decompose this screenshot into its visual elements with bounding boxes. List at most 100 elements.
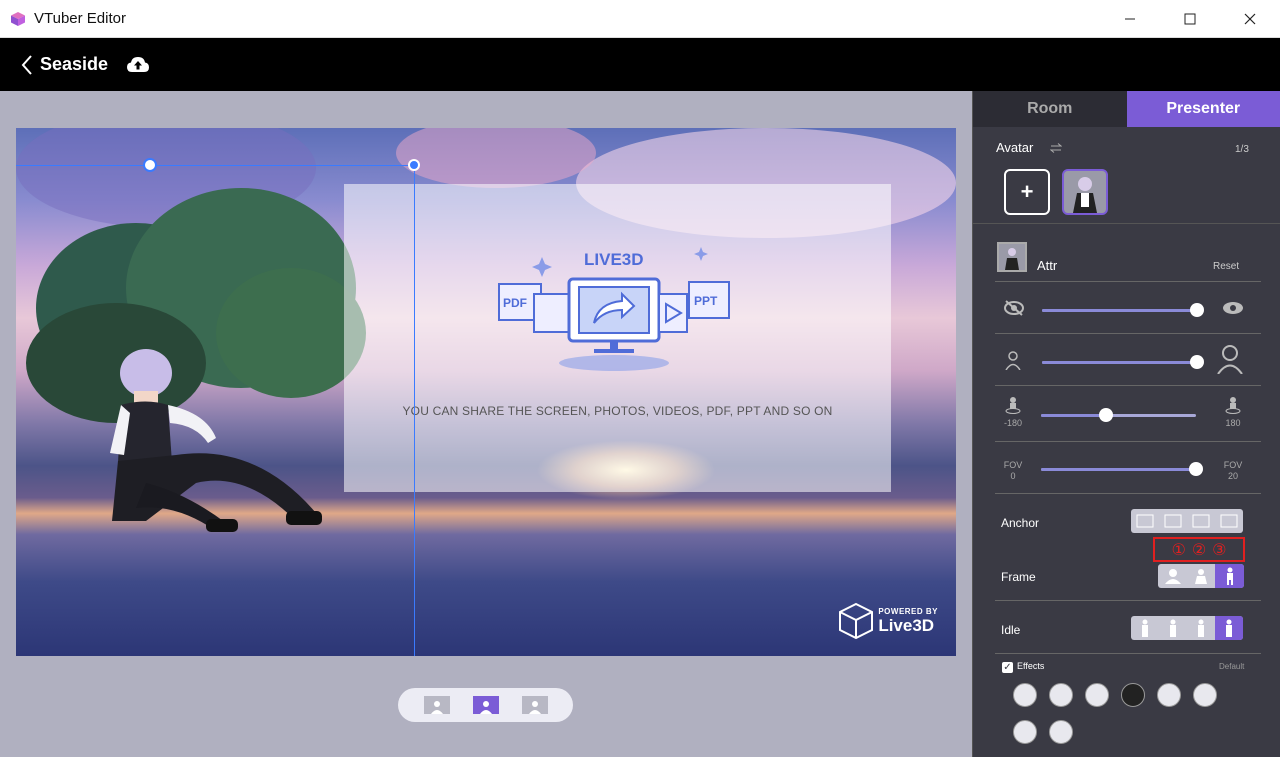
person-large-icon <box>1217 345 1243 374</box>
frame-label: Frame <box>1001 570 1036 584</box>
scale-row <box>995 334 1261 386</box>
effects-checkbox[interactable]: ✓ <box>1002 662 1013 673</box>
editor-stage: LIVE3D PDF PPT YOU CAN SHARE THE SCREEN,… <box>0 91 972 757</box>
standing-pose-icon <box>1142 619 1148 637</box>
share-hint-text: YOU CAN SHARE THE SCREEN, PHOTOS, VIDEOS… <box>402 404 833 418</box>
person-icon <box>430 701 443 714</box>
effect-item-2[interactable] <box>1049 683 1073 707</box>
fov-max-value: 20 <box>1227 471 1238 481</box>
attr-row: Attr Reset <box>995 238 1261 282</box>
anchor-option-1[interactable] <box>1131 509 1159 533</box>
avatar-thumb-icon <box>1005 248 1019 270</box>
app-title: VTuber Editor <box>34 10 126 27</box>
avatar-character[interactable] <box>106 343 346 543</box>
minimize-button[interactable] <box>1100 0 1160 38</box>
anchor-corner-icon <box>1220 514 1238 528</box>
anchor-option-2[interactable] <box>1159 509 1187 533</box>
add-avatar-button[interactable]: + <box>1004 169 1050 215</box>
tab-room[interactable]: Room <box>973 91 1127 127</box>
standing-pose-icon <box>1226 619 1232 637</box>
annotation-box: ① ② ③ <box>1153 537 1245 562</box>
rotation-row: -180 180 <box>995 386 1261 442</box>
person-icon <box>479 701 492 714</box>
frame-option-3[interactable] <box>521 696 548 714</box>
bust-icon <box>1164 569 1181 584</box>
share-illustration-icon: LIVE3D PDF PPT <box>498 247 730 371</box>
effect-item-4[interactable] <box>1121 683 1145 707</box>
annotation-3: ③ <box>1212 541 1227 559</box>
rotation-min-label: -180 <box>1003 418 1022 428</box>
title-bar: VTuber Editor <box>0 0 1280 38</box>
eye-icon <box>1223 302 1243 314</box>
live3d-logo-text: LIVE3D <box>584 250 644 269</box>
cloud-upload-icon[interactable] <box>126 55 150 75</box>
selection-box-top <box>16 165 416 166</box>
effect-item-8[interactable] <box>1049 720 1073 744</box>
halfbody-icon <box>1195 569 1207 584</box>
avatar-thumbnail[interactable] <box>1062 169 1108 215</box>
screen-share-placeholder[interactable]: LIVE3D PDF PPT YOU CAN SHARE THE SCREEN,… <box>344 184 891 492</box>
selection-box-right <box>414 165 415 656</box>
powered-brand-text: Live3D <box>878 615 935 635</box>
rotation-slider[interactable] <box>1041 408 1196 422</box>
standing-pose-icon <box>1198 619 1204 637</box>
tab-presenter[interactable]: Presenter <box>1126 91 1280 127</box>
effects-label: Effects <box>1017 661 1045 671</box>
visibility-slider[interactable] <box>1042 303 1204 317</box>
idle-pose-2[interactable] <box>1159 616 1187 640</box>
effects-default-button[interactable]: Default <box>1219 662 1244 671</box>
effect-item-5[interactable] <box>1157 683 1181 707</box>
anchor-option-4[interactable] <box>1215 509 1243 533</box>
idle-row: Idle <box>995 601 1261 654</box>
effect-item-1[interactable] <box>1013 683 1037 707</box>
maximize-button[interactable] <box>1160 0 1220 38</box>
avatar-thumb-icon <box>1064 171 1106 213</box>
avatar-label: Avatar <box>996 140 1034 155</box>
idle-pose-3[interactable] <box>1187 616 1215 640</box>
powered-by-badge: POWERED BY Live3D <box>838 602 938 640</box>
eye-hidden-icon <box>1004 300 1024 316</box>
idle-pose-4[interactable] <box>1215 616 1243 640</box>
reset-button[interactable]: Reset <box>1213 261 1239 272</box>
attr-avatar-thumb <box>997 242 1027 272</box>
scale-slider[interactable] <box>1042 355 1204 369</box>
app-cube-icon <box>11 11 25 26</box>
rotate-right-icon <box>1225 397 1241 414</box>
pdf-label: PDF <box>503 296 527 310</box>
anchor-option-3[interactable] <box>1187 509 1215 533</box>
rotate-handle[interactable] <box>143 158 157 172</box>
frame-halfbody[interactable] <box>1187 564 1215 588</box>
fullbody-icon <box>1226 567 1233 585</box>
anchor-label: Anchor <box>1001 516 1040 530</box>
frame-fullbody[interactable] <box>1215 564 1244 588</box>
maximize-icon <box>1184 13 1196 25</box>
anchor-corner-icon <box>1164 514 1182 528</box>
anchor-corner-icon <box>1136 514 1154 528</box>
fov-max-title: FOV <box>1223 460 1243 470</box>
resize-handle[interactable] <box>408 159 420 171</box>
idle-pose-1[interactable] <box>1131 616 1159 640</box>
avatar-section: Avatar 1/3 + <box>973 127 1280 224</box>
idle-label: Idle <box>1001 623 1021 637</box>
scene-canvas[interactable]: LIVE3D PDF PPT YOU CAN SHARE THE SCREEN,… <box>16 128 956 656</box>
app-header: Seaside <box>0 38 1280 91</box>
back-chevron-icon[interactable] <box>20 54 34 76</box>
fov-min-value: 0 <box>1010 471 1016 481</box>
frame-headshot[interactable] <box>1158 564 1187 588</box>
camera-frame-switcher <box>398 688 573 722</box>
close-button[interactable] <box>1220 0 1280 38</box>
frame-option-2[interactable] <box>472 696 499 714</box>
frame-option-1[interactable] <box>423 696 450 714</box>
close-icon <box>1244 13 1256 25</box>
effect-item-7[interactable] <box>1013 720 1037 744</box>
swap-icon[interactable] <box>1050 143 1062 153</box>
effect-item-6[interactable] <box>1193 683 1217 707</box>
visibility-row <box>995 282 1261 334</box>
ppt-label: PPT <box>694 294 718 308</box>
effect-item-3[interactable] <box>1085 683 1109 707</box>
fov-min-title: FOV <box>1003 460 1023 470</box>
room-title: Seaside <box>40 54 109 74</box>
person-icon <box>528 701 541 714</box>
live3d-cube-icon <box>839 602 874 640</box>
fov-slider[interactable] <box>1041 462 1203 476</box>
